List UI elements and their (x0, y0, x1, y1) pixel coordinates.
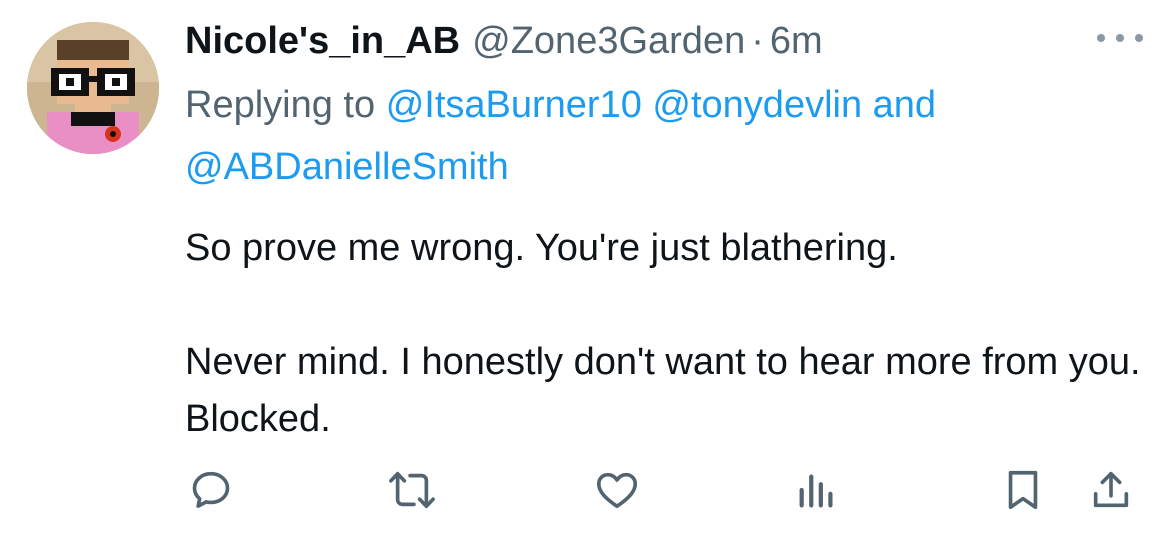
more-dot (1135, 34, 1143, 42)
views-button[interactable] (792, 465, 842, 515)
more-dot (1116, 34, 1124, 42)
tweet-paragraph: Never mind. I honestly don't want to hea… (185, 341, 1141, 440)
mention-abdaniellesmith[interactable]: @ABDanielleSmith (185, 146, 509, 188)
display-name[interactable]: Nicole's_in_AB (185, 16, 460, 66)
tweet-paragraph: So prove me wrong. You're just blatherin… (185, 227, 898, 269)
replying-to-label: Replying to (185, 84, 376, 126)
more-dot (1097, 34, 1105, 42)
action-bar (0, 465, 1170, 515)
tweet-content: Nicole's_in_AB @Zone3Garden · 6m Replyin… (185, 16, 1145, 448)
mention-tonydevlin[interactable]: @tonydevlin (652, 84, 862, 126)
like-button[interactable] (592, 465, 642, 515)
mention-itsaburner10[interactable]: @ItsaBurner10 (386, 84, 642, 126)
timestamp[interactable]: 6m (770, 16, 823, 66)
avatar[interactable] (27, 22, 159, 154)
reply-icon (192, 471, 230, 508)
user-handle[interactable]: @Zone3Garden (472, 16, 745, 66)
bookmark-button[interactable] (998, 465, 1048, 515)
views-icon (799, 474, 833, 508)
tweet-text: So prove me wrong. You're just blatherin… (185, 220, 1145, 448)
more-icon[interactable] (1097, 30, 1143, 46)
share-button[interactable] (1086, 465, 1136, 515)
retweet-icon (389, 471, 435, 509)
retweet-button[interactable] (384, 465, 440, 515)
tweet-header: Nicole's_in_AB @Zone3Garden · 6m (185, 16, 1145, 66)
mention-joiner[interactable]: and (873, 84, 936, 126)
reply-button[interactable] (186, 465, 236, 515)
avatar-image (27, 22, 159, 154)
tweet[interactable]: Nicole's_in_AB @Zone3Garden · 6m Replyin… (0, 0, 1170, 549)
like-icon (596, 472, 638, 509)
bookmark-icon (1008, 470, 1038, 510)
share-icon (1093, 471, 1129, 508)
replying-to: Replying to @ItsaBurner10 @tonydevlin an… (185, 74, 1145, 198)
separator-dot: · (751, 20, 764, 62)
